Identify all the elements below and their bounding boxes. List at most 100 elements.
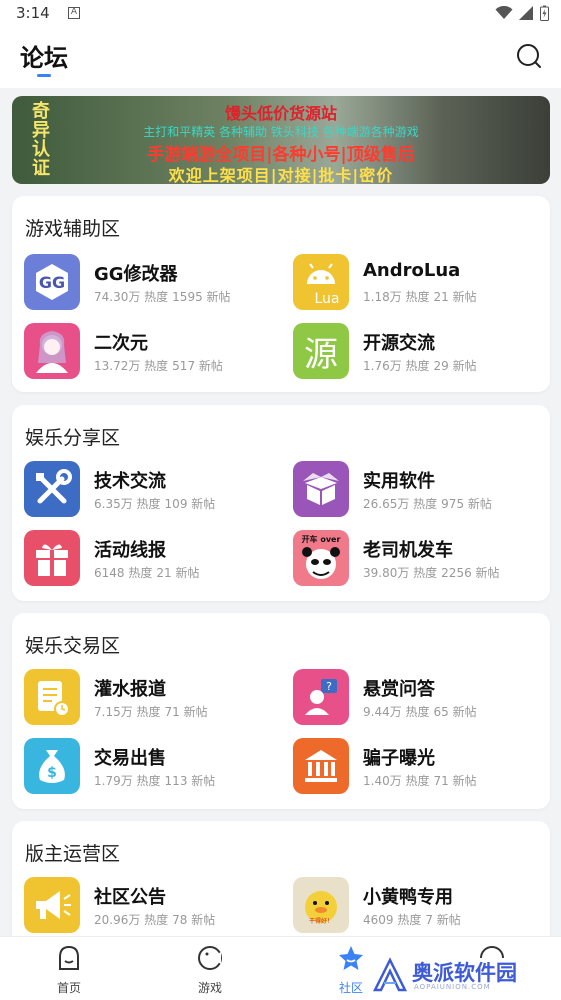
forum-posts: 71 新帖 — [164, 705, 208, 719]
watermark-logo-icon — [372, 957, 408, 992]
forum-open-source[interactable]: 源 开源交流 1.76万 热度 29 新帖 — [293, 323, 553, 383]
forum-posts: 517 新帖 — [172, 359, 223, 373]
question-user-icon: ? — [293, 669, 349, 725]
promo-banner[interactable]: 奇异认证 馒头低价货源站 主打和平精英 各种辅助 铁头科技 各种端游各种游戏 手… — [12, 96, 550, 184]
svg-text:$: $ — [47, 765, 57, 781]
forum-name: 活动线报 — [94, 540, 166, 561]
forum-name: 社区公告 — [94, 887, 166, 908]
section-title: 娱乐交易区 — [25, 635, 121, 657]
forum-event-news[interactable]: 活动线报 6148 热度 21 新帖 — [24, 530, 284, 590]
forum-yellow-duck[interactable]: 干得好！ 小黄鸭专用 4609 热度 7 新帖 — [293, 877, 553, 937]
svg-text:干得好！: 干得好！ — [309, 917, 333, 925]
forum-name: 交易出售 — [94, 748, 166, 769]
forum-tech-exchange[interactable]: 技术交流 6.35万 热度 109 新帖 — [24, 461, 284, 521]
page-header: 论坛 — [0, 28, 561, 88]
forum-name: 小黄鸭专用 — [363, 887, 453, 908]
forum-heat: 7.15万 热度 — [94, 705, 161, 719]
forum-posts: 71 新帖 — [433, 774, 477, 788]
forum-name: 开源交流 — [363, 333, 435, 354]
forum-posts: 7 新帖 — [425, 913, 461, 927]
forum-posts: 113 新帖 — [164, 774, 216, 788]
forum-heat: 13.72万 热度 — [94, 359, 169, 373]
status-time: 3:14 — [16, 4, 50, 22]
box-icon — [293, 461, 349, 517]
forum-heat: 9.44万 热度 — [363, 705, 430, 719]
forum-androlua[interactable]: Lua AndroLua 1.18万 热度 21 新帖 — [293, 254, 553, 314]
forum-posts: 21 新帖 — [433, 290, 477, 304]
banner-line-1: 馒头低价货源站 — [224, 104, 337, 123]
forum-posts: 1595 新帖 — [172, 290, 231, 304]
forum-chat-report[interactable]: 灌水报道 7.15万 热度 71 新帖 — [24, 669, 284, 729]
gg-icon: GG — [24, 254, 80, 310]
forum-old-driver[interactable]: 开车 over 老司机发车 39.80万 热度 2256 新帖 — [293, 530, 553, 590]
forum-heat: 1.76万 热度 — [363, 359, 430, 373]
forum-meta: 26.65万 热度 975 新帖 — [363, 495, 496, 512]
forum-posts: 21 新帖 — [156, 566, 200, 580]
forum-posts: 109 新帖 — [164, 497, 216, 511]
tools-icon — [24, 461, 80, 517]
forum-name: 实用软件 — [363, 471, 435, 492]
forum-meta: 4609 热度 7 新帖 — [363, 911, 465, 928]
forum-scammer-expose[interactable]: 骗子曝光 1.40万 热度 71 新帖 — [293, 738, 553, 798]
nav-games[interactable]: 游戏 — [175, 943, 245, 995]
system-icons — [495, 5, 549, 21]
section-entertainment-trade: 娱乐交易区 灌水报道 7.15万 热度 71 新帖 ? 悬赏问答 9.44万 热度… — [12, 613, 550, 809]
bank-icon — [293, 738, 349, 794]
forum-trade-sell[interactable]: $ 交易出售 1.79万 热度 113 新帖 — [24, 738, 284, 798]
wifi-icon — [495, 6, 513, 19]
forum-useful-software[interactable]: 实用软件 26.65万 热度 975 新帖 — [293, 461, 553, 521]
duck-icon: 干得好！ — [293, 877, 349, 933]
forum-community-announce[interactable]: 社区公告 20.96万 热度 78 新帖 — [24, 877, 284, 937]
game-icon — [198, 946, 222, 970]
forum-posts: 29 新帖 — [433, 359, 477, 373]
forum-meta: 6148 热度 21 新帖 — [94, 564, 203, 581]
source-char-icon: 源 — [293, 323, 349, 379]
forum-heat: 1.79万 热度 — [94, 774, 161, 788]
nav-home[interactable]: 首页 — [34, 943, 104, 995]
forum-heat: 1.40万 热度 — [363, 774, 430, 788]
forum-anime[interactable]: 二次元 13.72万 热度 517 新帖 — [24, 323, 284, 383]
forum-name: 悬赏问答 — [363, 679, 435, 700]
forum-heat: 6.35万 热度 — [94, 497, 161, 511]
forum-meta: 1.40万 热度 71 新帖 — [363, 772, 481, 789]
section-title: 娱乐分享区 — [25, 427, 121, 449]
android-lua-icon: Lua — [293, 254, 349, 310]
section-game-assist: 游戏辅助区 GG GG修改器 74.30万 热度 1595 新帖 Lua Andr… — [12, 196, 550, 392]
forum-meta: 1.79万 热度 113 新帖 — [94, 772, 219, 789]
forum-name: AndroLua — [363, 260, 461, 281]
svg-text:GG: GG — [39, 273, 65, 292]
status-bar: 3:14 A — [0, 0, 561, 28]
svg-text:?: ? — [326, 680, 332, 693]
megaphone-icon — [24, 877, 80, 933]
document-icon — [24, 669, 80, 725]
forum-posts: 65 新帖 — [433, 705, 477, 719]
home-icon — [59, 945, 79, 970]
search-icon[interactable] — [515, 42, 543, 70]
svg-text:Lua: Lua — [314, 291, 339, 307]
gift-icon — [24, 530, 80, 586]
battery-icon — [540, 5, 549, 21]
panda-meme-icon: 开车 over — [293, 530, 349, 586]
anime-girl-icon — [24, 323, 80, 379]
title-indicator — [37, 74, 51, 77]
banner-line-2: 主打和平精英 各种辅助 铁头科技 各种端游各种游戏 — [143, 125, 419, 139]
community-icon — [339, 946, 363, 970]
forum-heat: 6148 热度 — [94, 566, 153, 580]
forum-name: 骗子曝光 — [363, 748, 435, 769]
notification-icon: A — [68, 7, 80, 19]
forum-meta: 39.80万 热度 2256 新帖 — [363, 564, 504, 581]
forum-posts: 975 新帖 — [441, 497, 492, 511]
forum-heat: 1.18万 热度 — [363, 290, 430, 304]
forum-name: 灌水报道 — [94, 679, 166, 700]
forum-posts: 78 新帖 — [172, 913, 216, 927]
money-bag-icon: $ — [24, 738, 80, 794]
forum-bounty-qa[interactable]: ? 悬赏问答 9.44万 热度 65 新帖 — [293, 669, 553, 729]
forum-gg-modifier[interactable]: GG GG修改器 74.30万 热度 1595 新帖 — [24, 254, 284, 314]
forum-meta: 1.76万 热度 29 新帖 — [363, 357, 481, 374]
forum-meta: 9.44万 热度 65 新帖 — [363, 703, 481, 720]
watermark: 奥派软件园 AOPAIUNION.COM — [370, 955, 555, 995]
forum-heat: 26.65万 热度 — [363, 497, 438, 511]
forum-meta: 1.18万 热度 21 新帖 — [363, 288, 481, 305]
section-moderator-ops: 版主运营区 社区公告 20.96万 热度 78 新帖 干得好！ 小黄鸭专用 460… — [12, 821, 550, 951]
forum-heat: 20.96万 热度 — [94, 913, 169, 927]
